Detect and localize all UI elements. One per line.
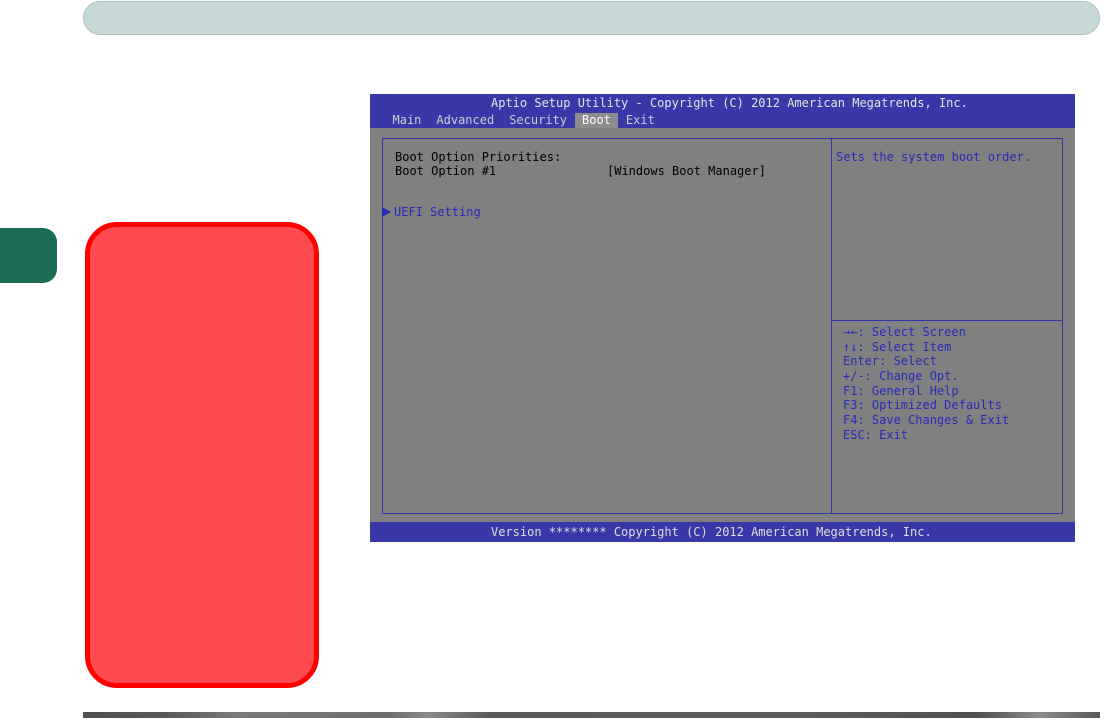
key-legend-item: F3: Optimized Defaults — [843, 398, 1002, 413]
page-header-bar — [83, 1, 1100, 35]
bios-menu-security[interactable]: Security — [502, 113, 575, 128]
chapter-tab — [0, 228, 57, 283]
key-legend-item: ↑↓: Select Item — [843, 339, 952, 354]
bios-menu-bar: Main Advanced Security Boot Exit — [370, 113, 1075, 128]
manual-page: Aptio Setup Utility - Copyright (C) 2012… — [0, 0, 1106, 721]
key-legend-item: Enter: Select — [843, 354, 937, 369]
uefi-setting-submenu[interactable]: UEFI Setting — [382, 205, 481, 219]
note-box — [85, 222, 319, 688]
boot-option-1-label: Boot Option #1 — [395, 164, 497, 178]
bios-frame-divider-horizontal — [831, 320, 1062, 321]
key-legend: →←: Select Screen ↑↓: Select Item Enter:… — [843, 325, 1058, 443]
boot-option-priorities-heading: Boot Option Priorities: — [395, 150, 562, 164]
key-legend-item: ESC: Exit — [843, 427, 909, 442]
bios-frame-divider-vertical — [831, 139, 832, 513]
key-legend-item: F4: Save Changes & Exit — [843, 413, 1010, 428]
bios-title-bar: Aptio Setup Utility - Copyright (C) 2012… — [370, 94, 1075, 113]
bios-footer-text: Version ******** Copyright (C) 2012 Amer… — [491, 525, 932, 539]
bios-menu-exit[interactable]: Exit — [618, 113, 662, 128]
boot-option-1-value[interactable]: [Windows Boot Manager] — [607, 164, 766, 178]
bios-menu-main[interactable]: Main — [385, 113, 429, 128]
key-legend-item: →←: Select Screen — [843, 325, 966, 339]
bios-menu-boot[interactable]: Boot — [574, 113, 619, 128]
bios-title: Aptio Setup Utility - Copyright (C) 2012… — [491, 96, 968, 110]
bios-menu-advanced[interactable]: Advanced — [429, 113, 502, 128]
uefi-setting-label: UEFI Setting — [394, 205, 481, 219]
triangle-right-icon — [382, 207, 391, 217]
bios-screenshot: Aptio Setup Utility - Copyright (C) 2012… — [370, 94, 1075, 542]
bios-footer-bar: Version ******** Copyright (C) 2012 Amer… — [370, 522, 1075, 542]
help-description: Sets the system boot order. — [836, 150, 1032, 164]
page-footer-rule — [83, 712, 1100, 718]
key-legend-item: +/-: Change Opt. — [843, 369, 959, 384]
key-legend-item: F1: General Help — [843, 383, 959, 398]
boot-option-1-row[interactable]: Boot Option #1 [Windows Boot Manager] — [370, 164, 830, 178]
